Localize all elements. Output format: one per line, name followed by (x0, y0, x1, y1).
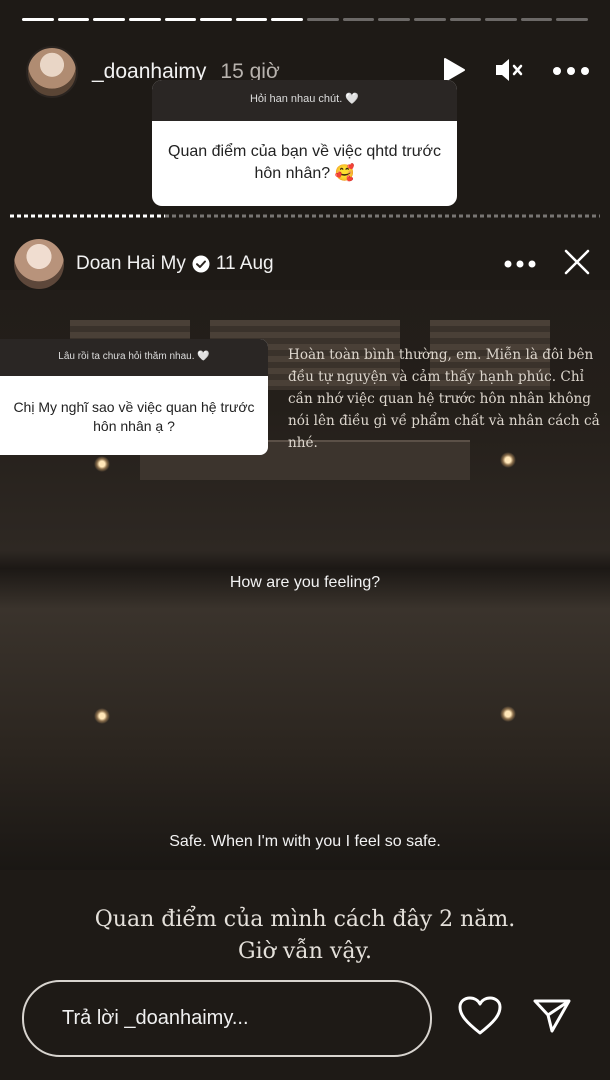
progress-segment (57, 18, 90, 21)
reposted-display-name: Doan Hai My (76, 253, 186, 274)
reply-input[interactable]: Trả lời _doanhaimy... (22, 980, 432, 1057)
inner-progress-line (10, 214, 600, 218)
progress-segment (378, 18, 410, 21)
question-header-2: Lâu rồi ta chưa hỏi thăm nhau. 🤍 (0, 339, 268, 376)
reply-placeholder: Trả lời _doanhaimy... (62, 1007, 249, 1029)
question-sticker-2: Lâu rồi ta chưa hỏi thăm nhau. 🤍 Chị My … (0, 339, 268, 455)
progress-segment (271, 18, 303, 21)
send-icon[interactable] (532, 998, 572, 1039)
story-progress (22, 18, 588, 22)
progress-segment (93, 18, 125, 21)
candle-light (94, 456, 110, 472)
progress-segment (200, 18, 232, 21)
mute-icon[interactable] (494, 57, 524, 88)
candle-light (500, 706, 516, 722)
progress-segment (485, 18, 517, 21)
question-sticker-1[interactable]: Hỏi han nhau chút. 🤍 Quan điểm của bạn v… (152, 80, 457, 206)
progress-segment (413, 18, 446, 21)
question-header-1: Hỏi han nhau chút. 🤍 (152, 80, 457, 121)
verified-icon (192, 255, 210, 273)
avatar[interactable] (26, 46, 78, 98)
answer-text: Hoàn toàn bình thường, em. Miễn là đôi b… (288, 347, 600, 451)
reposted-avatar (14, 239, 64, 289)
progress-segment (449, 18, 482, 21)
question-text-1: Quan điểm của bạn về việc qhtd trước hôn… (168, 143, 441, 182)
progress-segment (128, 18, 161, 21)
subtitle-1: How are you feeling? (229, 574, 381, 591)
progress-segment (520, 18, 553, 21)
progress-segment (556, 18, 588, 21)
progress-segment (342, 18, 375, 21)
caption-line-2: Giờ vẫn vậy. (238, 939, 372, 964)
reposted-date: 11 Aug (215, 253, 274, 274)
more-icon[interactable] (552, 63, 590, 81)
candle-light (500, 452, 516, 468)
subtitle-2: Safe. When I'm with you I feel so safe. (169, 833, 441, 850)
candle-light (94, 708, 110, 724)
story-caption: Quan điểm của mình cách đây 2 năm. Giờ v… (0, 904, 610, 968)
progress-segment (307, 18, 339, 21)
heart-icon[interactable] (458, 996, 502, 1041)
close-icon (564, 249, 590, 280)
question-text-2: Chị My nghĩ sao về việc quan hệ trước hô… (13, 399, 255, 434)
progress-segment (164, 18, 197, 21)
caption-line-1: Quan điểm của mình cách đây 2 năm. (94, 907, 516, 932)
progress-segment (22, 18, 54, 21)
progress-segment (235, 18, 268, 21)
reposted-story-header: Doan Hai My 11 Aug (14, 236, 596, 292)
more-icon (504, 255, 536, 273)
